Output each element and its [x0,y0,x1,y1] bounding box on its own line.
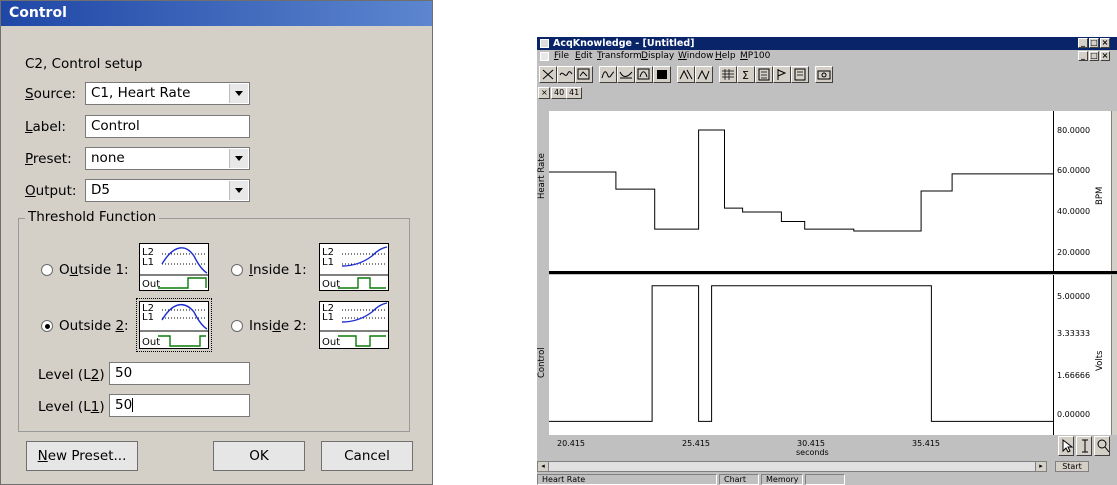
status-mode: Chart [719,474,759,485]
dialog-subtitle: C2, Control setup [25,56,143,72]
level-l2-value: 50 [115,365,133,381]
outside-1-diagram-graphic: L2 L1 Out [140,247,208,290]
level-l1-value: 50 [115,397,133,413]
level-l1-label: Level (L1) [38,399,105,415]
label-label: Label: [25,119,66,135]
chevron-down-icon[interactable] [229,181,248,200]
heart-rate-trace [549,129,1053,232]
source-label: Source: [25,86,76,102]
ok-button[interactable]: OK [213,441,305,471]
arrow-tool-icon[interactable] [1058,436,1074,456]
outside-1-radio[interactable] [41,264,53,276]
preset-select[interactable]: none [85,147,250,170]
threshold-group-title: Threshold Function [25,209,160,225]
label-value: Control [91,118,140,134]
thumb-l1-label: L1 [142,257,154,268]
source-select[interactable]: C1, Heart Rate [85,82,250,105]
outside-2-label[interactable]: Outside 2: [59,318,129,334]
x-tick: 25.415 [682,439,710,448]
zoom-tool-icon[interactable] [1094,436,1110,456]
horizontal-scrollbar[interactable]: ◂ ▸ [537,461,1047,472]
status-empty [805,474,845,485]
preset-value: none [91,150,125,166]
x-tick: 30.415 [797,439,825,448]
x-axis-bar [537,436,1053,460]
x-tick: 20.415 [557,439,585,448]
status-channel: Heart Rate [537,474,717,485]
scroll-left-icon[interactable]: ◂ [538,462,549,471]
outside-1-diagram[interactable]: L2 L1 Out [139,243,209,291]
thumb-l1-label: L1 [322,257,334,268]
source-value: C1, Heart Rate [91,85,191,101]
control-trace [549,285,1053,422]
level-l1-input[interactable]: 50 [109,394,250,417]
chart-canvas [549,129,1053,422]
x-axis-unit: seconds [796,448,829,457]
thumb-out-label: Out [322,279,340,290]
chevron-down-icon[interactable] [229,84,248,103]
x-tick: 35.415 [912,439,940,448]
inside-1-diagram-graphic: L2 L1 Out [320,246,388,290]
thumb-l1-label: L1 [322,312,334,323]
thumb-out-label: Out [142,337,160,348]
outside-1-label[interactable]: Outside 1: [59,262,129,278]
thumb-out-label: Out [142,279,160,290]
inside-2-label[interactable]: Inside 2: [249,318,307,334]
inside-2-radio[interactable] [231,320,243,332]
cancel-button[interactable]: Cancel [321,441,413,471]
output-value: D5 [91,182,110,198]
inside-1-diagram[interactable]: L2 L1 Out [319,243,389,291]
status-memory: Memory [761,474,803,485]
level-l2-input[interactable]: 50 [109,362,250,385]
new-preset-button[interactable]: New Preset... [26,441,138,471]
level-l2-label: Level (L2) [38,367,105,383]
inside-2-diagram[interactable]: L2 L1 Out [319,301,389,349]
outside-2-diagram-graphic: L2 L1 Out [140,303,208,348]
inside-1-radio[interactable] [231,264,243,276]
scroll-right-icon[interactable]: ▸ [1035,462,1046,471]
chevron-down-icon[interactable] [229,149,248,168]
acqknowledge-window: AcqKnowledge - [Untitled] _ □ × File Edi… [537,37,1117,485]
thumb-l1-label: L1 [142,312,154,323]
inside-2-diagram-graphic: L2 L1 Out [320,302,388,348]
control-dialog: Control C2, Control setup Source: C1, He… [0,0,433,485]
output-select[interactable]: D5 [85,179,250,202]
thumb-out-label: Out [322,337,340,348]
label-input[interactable]: Control [85,115,250,138]
output-label: Output: [25,183,77,199]
outside-2-radio[interactable] [41,320,53,332]
outside-2-diagram[interactable]: L2 L1 Out [136,298,212,352]
inside-1-label[interactable]: Inside 1: [249,262,307,278]
dialog-title: Control [1,1,432,26]
ibeam-tool-icon[interactable] [1076,436,1092,456]
start-button[interactable]: Start [1055,461,1089,472]
text-cursor [132,398,134,412]
preset-label: Preset: [25,151,72,167]
